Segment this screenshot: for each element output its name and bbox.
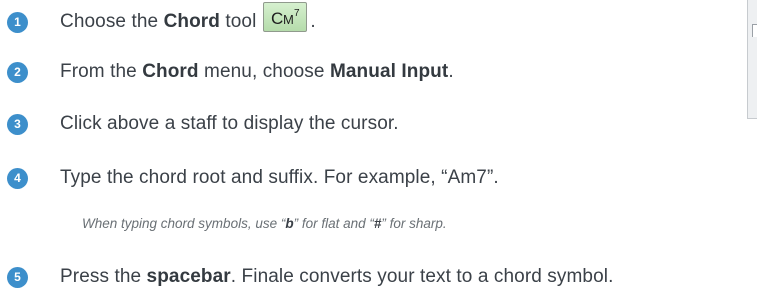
step-text: Click above a staff to display the curso… bbox=[60, 109, 399, 139]
ui-term-chord-menu: Chord bbox=[142, 61, 199, 82]
step-text-part: tool bbox=[220, 11, 257, 32]
step-4: 4 Type the chord root and suffix. For ex… bbox=[7, 163, 499, 193]
step-text-part: . bbox=[448, 61, 454, 82]
ui-term-spacebar: spacebar bbox=[146, 266, 231, 287]
step-5: 5 Press the spacebar . Finale converts y… bbox=[7, 262, 613, 292]
note-text-part: When typing chord symbols, use “ bbox=[82, 216, 286, 231]
note-text-part: ” for sharp. bbox=[381, 216, 447, 231]
step-1: 1 Choose the Chord tool C M 7 . bbox=[7, 2, 316, 37]
ui-term-manual-input: Manual Input bbox=[329, 61, 449, 82]
step-number-badge: 2 bbox=[7, 61, 28, 83]
window-fragment-field bbox=[752, 24, 757, 37]
step-number-badge: 3 bbox=[7, 113, 28, 135]
step-text-part: . bbox=[310, 11, 316, 32]
tip-note: When typing chord symbols, use “b” for f… bbox=[82, 216, 447, 231]
window-fragment bbox=[747, 0, 757, 119]
step-text-part: Choose the bbox=[60, 11, 164, 32]
step-text-part: menu, choose bbox=[198, 61, 330, 82]
step-text-part: . Finale converts your text to a chord s… bbox=[230, 266, 614, 287]
ui-term-chord: Chord bbox=[163, 11, 220, 32]
flat-symbol-char: b bbox=[285, 216, 294, 231]
note-text-part: ” for flat and “ bbox=[293, 216, 374, 231]
step-text: From the Chord menu, choose Manual Input… bbox=[60, 57, 454, 87]
step-number-badge: 5 bbox=[7, 266, 28, 288]
step-number-badge: 4 bbox=[7, 167, 28, 189]
step-text-part: Press the bbox=[60, 266, 147, 287]
step-2: 2 From the Chord menu, choose Manual Inp… bbox=[7, 57, 454, 87]
step-text-part: Type the chord root and suffix. For exam… bbox=[60, 167, 499, 188]
chord-tool-suffix: M bbox=[283, 12, 294, 27]
chord-tool-icon: C M 7 bbox=[263, 2, 308, 32]
step-3: 3 Click above a staff to display the cur… bbox=[7, 109, 399, 139]
step-number-badge: 1 bbox=[7, 11, 28, 33]
step-text-part: From the bbox=[60, 61, 143, 82]
step-text: Choose the Chord tool C M 7 . bbox=[60, 2, 316, 37]
chord-tool-letter: C bbox=[271, 9, 283, 28]
step-text: Type the chord root and suffix. For exam… bbox=[60, 163, 499, 193]
step-text-part: Click above a staff to display the curso… bbox=[60, 113, 399, 134]
step-text: Press the spacebar . Finale converts you… bbox=[60, 262, 613, 292]
chord-tool-superscript: 7 bbox=[294, 8, 300, 19]
chord-tool-glyph: C M 7 bbox=[271, 8, 300, 28]
